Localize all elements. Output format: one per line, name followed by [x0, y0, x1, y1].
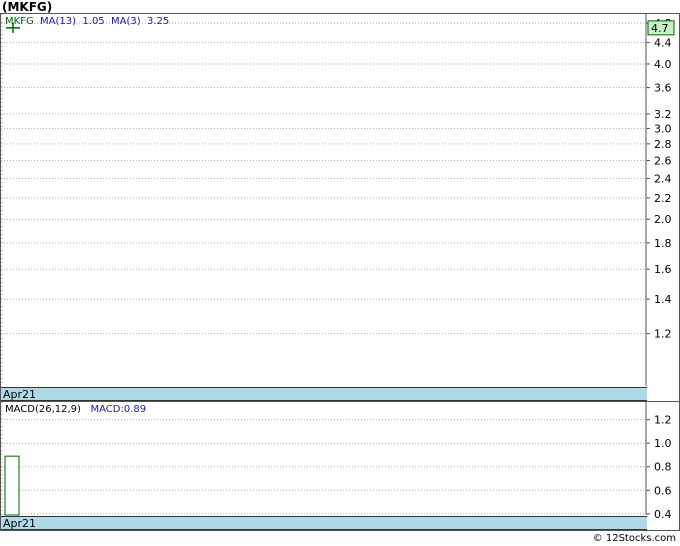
macd-date-label: Apr21 [3, 517, 37, 530]
price-y-tick-label: 3.0 [654, 122, 672, 135]
macd-y-tick-label: 0.4 [654, 508, 672, 521]
price-y-tick-label: 1.2 [654, 328, 672, 341]
macd-legend-label: MACD(26,12,9) [5, 404, 81, 415]
macd-y-tick-label: 0.6 [654, 484, 672, 497]
price-y-tick-label: 4.0 [654, 58, 672, 71]
price-legend: MKFG MA(13) 1.05 MA(3) 3.25 [5, 16, 169, 27]
price-panel: 4.84.44.03.63.23.02.82.62.42.22.01.81.61… [0, 13, 680, 402]
legend-ma13-label: MA(13) [40, 16, 77, 27]
chart-title: (MKFG) [2, 0, 53, 14]
price-y-tick-label: 1.4 [654, 293, 672, 306]
legend-ma13-value: 1.05 [82, 16, 105, 27]
price-y-tick-label: 2.4 [654, 172, 672, 185]
price-y-tick-label: 4.4 [654, 37, 672, 50]
price-y-tick-label: 1.6 [654, 263, 672, 276]
price-date-axis: Apr21 [1, 387, 647, 401]
macd-legend-value: MACD:0.89 [90, 404, 147, 415]
macd-legend: MACD(26,12,9) MACD:0.89 [5, 404, 146, 415]
price-chart-svg: 4.84.44.03.63.23.02.82.62.42.22.01.81.61… [1, 14, 675, 386]
macd-bar [4, 455, 20, 516]
legend-symbol: MKFG [5, 16, 34, 27]
price-y-tick-label: 2.0 [654, 213, 672, 226]
price-date-label: Apr21 [3, 388, 37, 401]
legend-ma3-label: MA(3) [111, 16, 141, 27]
macd-y-tick-label: 1.0 [654, 437, 672, 450]
price-y-tick-label: 1.8 [654, 237, 672, 250]
macd-date-axis: Apr21 [1, 516, 647, 530]
price-y-tick-label: 3.2 [654, 108, 672, 121]
macd-y-tick-label: 1.2 [654, 414, 672, 427]
price-y-tick-label: 2.6 [654, 154, 672, 167]
macd-chart-svg: 1.2 1.0 0.8 0.6 0.4 [1, 402, 672, 521]
last-price-label: 4.7 [651, 22, 669, 35]
legend-ma3-value: 3.25 [147, 16, 170, 27]
macd-y-tick-label: 0.8 [654, 461, 672, 474]
footer-credit: © 12Stocks.com [592, 533, 676, 544]
price-y-tick-label: 2.8 [654, 138, 672, 151]
macd-panel: 1.2 1.0 0.8 0.6 0.4 MACD(26,12,9) MACD:0.89 … [0, 401, 680, 531]
price-y-tick-label: 3.6 [654, 82, 672, 95]
price-y-tick-label: 2.2 [654, 192, 672, 205]
